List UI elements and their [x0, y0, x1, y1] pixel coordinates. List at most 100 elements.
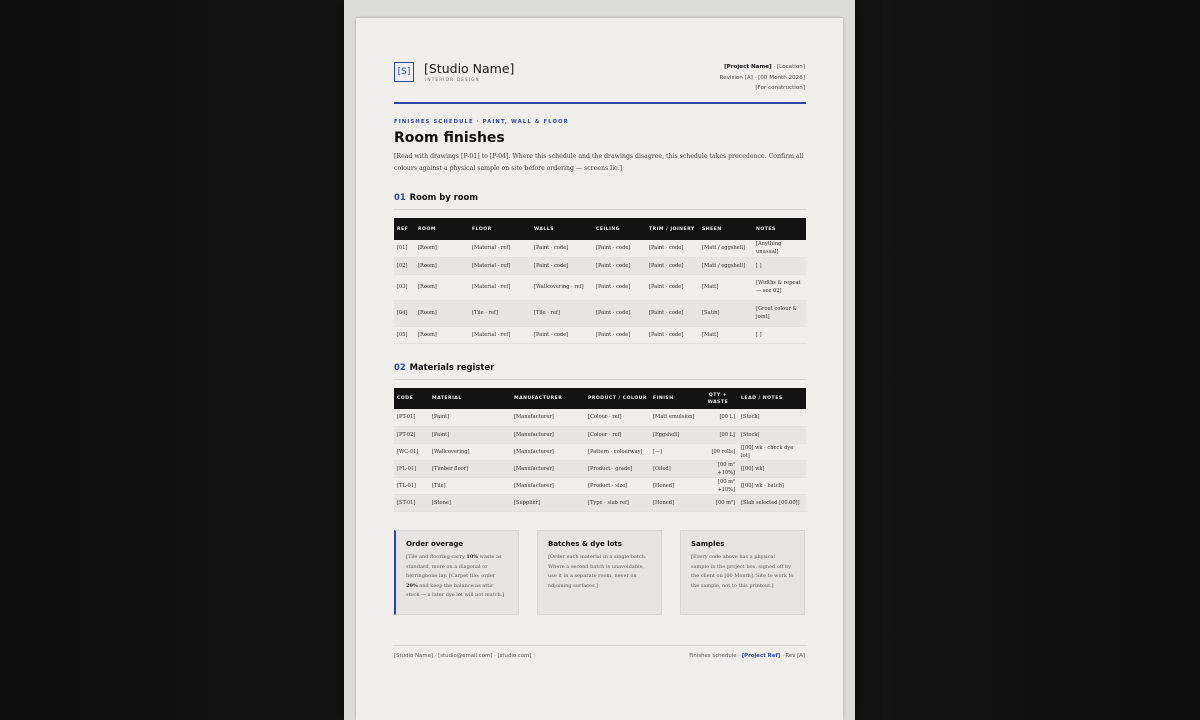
- project-info: [Project Name] · [Location] Revision [A]…: [720, 62, 806, 94]
- table-cell: [Eggshell]: [650, 426, 698, 444]
- table-cell: [00 m² +10%]: [698, 477, 738, 495]
- table-cell: [Paint · code]: [593, 240, 646, 258]
- table-row: [03] [Room] [Material · ref] [Wallcoveri…: [394, 274, 806, 301]
- table-cell: [Matt emulsion]: [650, 409, 698, 427]
- project-status: [For construction]: [755, 85, 805, 92]
- table-cell: [Paint · code]: [531, 257, 593, 275]
- callout-title: Samples: [691, 540, 725, 548]
- table-cell: [Type · slab ref]: [585, 494, 650, 512]
- table-cell: [PT-01]: [394, 409, 429, 427]
- table-cell: [Manufacturer]: [511, 477, 585, 495]
- table-cell: [Paint · code]: [646, 274, 699, 301]
- col-header: CEILING: [593, 218, 646, 240]
- callout-emphasis: 10%: [466, 554, 479, 560]
- table-cell: [Paint]: [429, 426, 511, 444]
- table-cell: [ ]: [753, 257, 806, 275]
- table-cell: [Tile]: [429, 477, 511, 495]
- table-row: [WC-01] [Wallcovering] [Manufacturer] [P…: [394, 443, 806, 461]
- col-header: WALLS: [531, 218, 593, 240]
- table-cell: [Matt / eggshell]: [699, 240, 753, 258]
- table-cell: [Room]: [415, 300, 469, 327]
- col-header: TRIM / JOINERY: [646, 218, 699, 240]
- section-rule: [394, 379, 806, 380]
- table-row: [FL-01] [Timber floor] [Manufacturer] [P…: [394, 460, 806, 478]
- project-revision: Revision [A] · [00 Month 2026]: [719, 74, 806, 81]
- table-cell: [04]: [394, 300, 415, 327]
- table-cell: [Material · ref]: [469, 257, 531, 275]
- table-cell: [WC-01]: [394, 443, 429, 461]
- table-cell: [Stock]: [738, 409, 806, 427]
- table-cell: [Honed]: [650, 494, 698, 512]
- table-header-row: CODE MATERIAL MANUFACTURER PRODUCT / COL…: [394, 388, 806, 409]
- callout-text: [Tile and flooring carry: [406, 554, 467, 560]
- table-header-row: REF ROOM FLOOR WALLS CEILING TRIM / JOIN…: [394, 218, 806, 240]
- table-cell: [ST-01]: [394, 494, 429, 512]
- studio-logo: [S]: [394, 62, 414, 82]
- table-cell: [03]: [394, 274, 415, 301]
- table-cell: [Manufacturer]: [511, 460, 585, 478]
- table-cell: [—]: [650, 443, 698, 461]
- table-row: [04] [Room] [Tile · ref] [Tile · ref] [P…: [394, 300, 806, 327]
- footer-project-ref: [Project Ref]: [741, 653, 781, 659]
- table-cell: [Product · size]: [585, 477, 650, 495]
- table-cell: [00 m² +10%]: [698, 460, 738, 478]
- table-cell: [Manufacturer]: [511, 443, 585, 461]
- footer-text: · Rev [A]: [780, 653, 805, 659]
- table-cell: [01]: [394, 240, 415, 258]
- callout-emphasis: 20%: [406, 582, 418, 589]
- table-cell: [05]: [394, 326, 415, 344]
- table-cell: [Manufacturer]: [511, 409, 585, 427]
- table-cell: [Paint · code]: [593, 300, 646, 327]
- doc-intro: [Read with drawings [P-01] to [P-04]. Wh…: [394, 153, 804, 172]
- table-row: [01] [Room] [Material · ref] [Paint · co…: [394, 240, 806, 258]
- section-number: 01: [394, 192, 406, 202]
- table-cell: [Paint · code]: [531, 240, 593, 258]
- section-heading-room-by-room: 01 Room by room: [394, 192, 478, 202]
- table-cell: [Colour · ref]: [585, 409, 650, 427]
- table-cell: [[00] wk · batch]: [738, 477, 806, 495]
- table-cell: [Slab selected [00.00]]: [738, 494, 806, 512]
- table-cell: [TL-01]: [394, 477, 429, 495]
- table-cell: [Matt]: [699, 326, 753, 344]
- table-cell: [Supplier]: [511, 494, 585, 512]
- footer-text: Finishes schedule ·: [689, 653, 742, 659]
- table-cell: [Paint · code]: [646, 300, 699, 327]
- table-cell: [Paint · code]: [646, 326, 699, 344]
- materials-register-table: CODE MATERIAL MANUFACTURER PRODUCT / COL…: [394, 388, 806, 512]
- page-title: Room finishes: [394, 130, 505, 146]
- table-row: [TL-01] [Tile] [Manufacturer] [Product ·…: [394, 477, 806, 495]
- table-cell: [Tile · ref]: [531, 300, 593, 327]
- table-row: [ST-01] [Stone] [Supplier] [Type · slab …: [394, 494, 806, 512]
- table-row: [PT-01] [Paint] [Manufacturer] [Colour ·…: [394, 409, 806, 427]
- table-cell: [Material · ref]: [469, 274, 531, 301]
- col-header: SHEEN: [699, 218, 753, 240]
- callout-title: Batches & dye lots: [548, 540, 622, 548]
- table-cell: [Room]: [415, 274, 469, 301]
- col-header: LEAD / NOTES: [738, 388, 806, 409]
- header-rule: [394, 102, 806, 104]
- table-cell: [FL-01]: [394, 460, 429, 478]
- callout-order-overage: Order overage [Tile and flooring carry 1…: [394, 530, 519, 615]
- table-cell: [[00] wk · check dye lot]: [738, 443, 806, 461]
- table-cell: [Honed]: [650, 477, 698, 495]
- project-location: · [Location]: [771, 64, 805, 70]
- table-cell: [Paint · code]: [593, 257, 646, 275]
- table-cell: [Matt]: [699, 274, 753, 301]
- studio-name: [Studio Name]: [424, 61, 515, 76]
- callout-body: [Tile and flooring carry 10% waste as st…: [406, 553, 508, 601]
- table-cell: [Product · grade]: [585, 460, 650, 478]
- doc-eyebrow: FINISHES SCHEDULE · PAINT, WALL & FLOOR: [394, 119, 569, 125]
- table-cell: [Material · ref]: [469, 240, 531, 258]
- section-title: Room by room: [409, 192, 478, 202]
- table-cell: [00 L]: [698, 409, 738, 427]
- table-cell: [Timber floor]: [429, 460, 511, 478]
- table-row: [PT-02] [Paint] [Manufacturer] [Colour ·…: [394, 426, 806, 444]
- table-row: [02] [Room] [Material · ref] [Paint · co…: [394, 257, 806, 275]
- table-cell: [00 L]: [698, 426, 738, 444]
- section-heading-materials-register: 02 Materials register: [394, 362, 494, 372]
- col-header: PRODUCT / COLOUR: [585, 388, 650, 409]
- col-header: FLOOR: [469, 218, 531, 240]
- callout-samples: Samples [Every code above has a physical…: [680, 530, 805, 615]
- table-cell: [Widths & repeat — see 02]: [753, 274, 806, 301]
- table-cell: [Room]: [415, 326, 469, 344]
